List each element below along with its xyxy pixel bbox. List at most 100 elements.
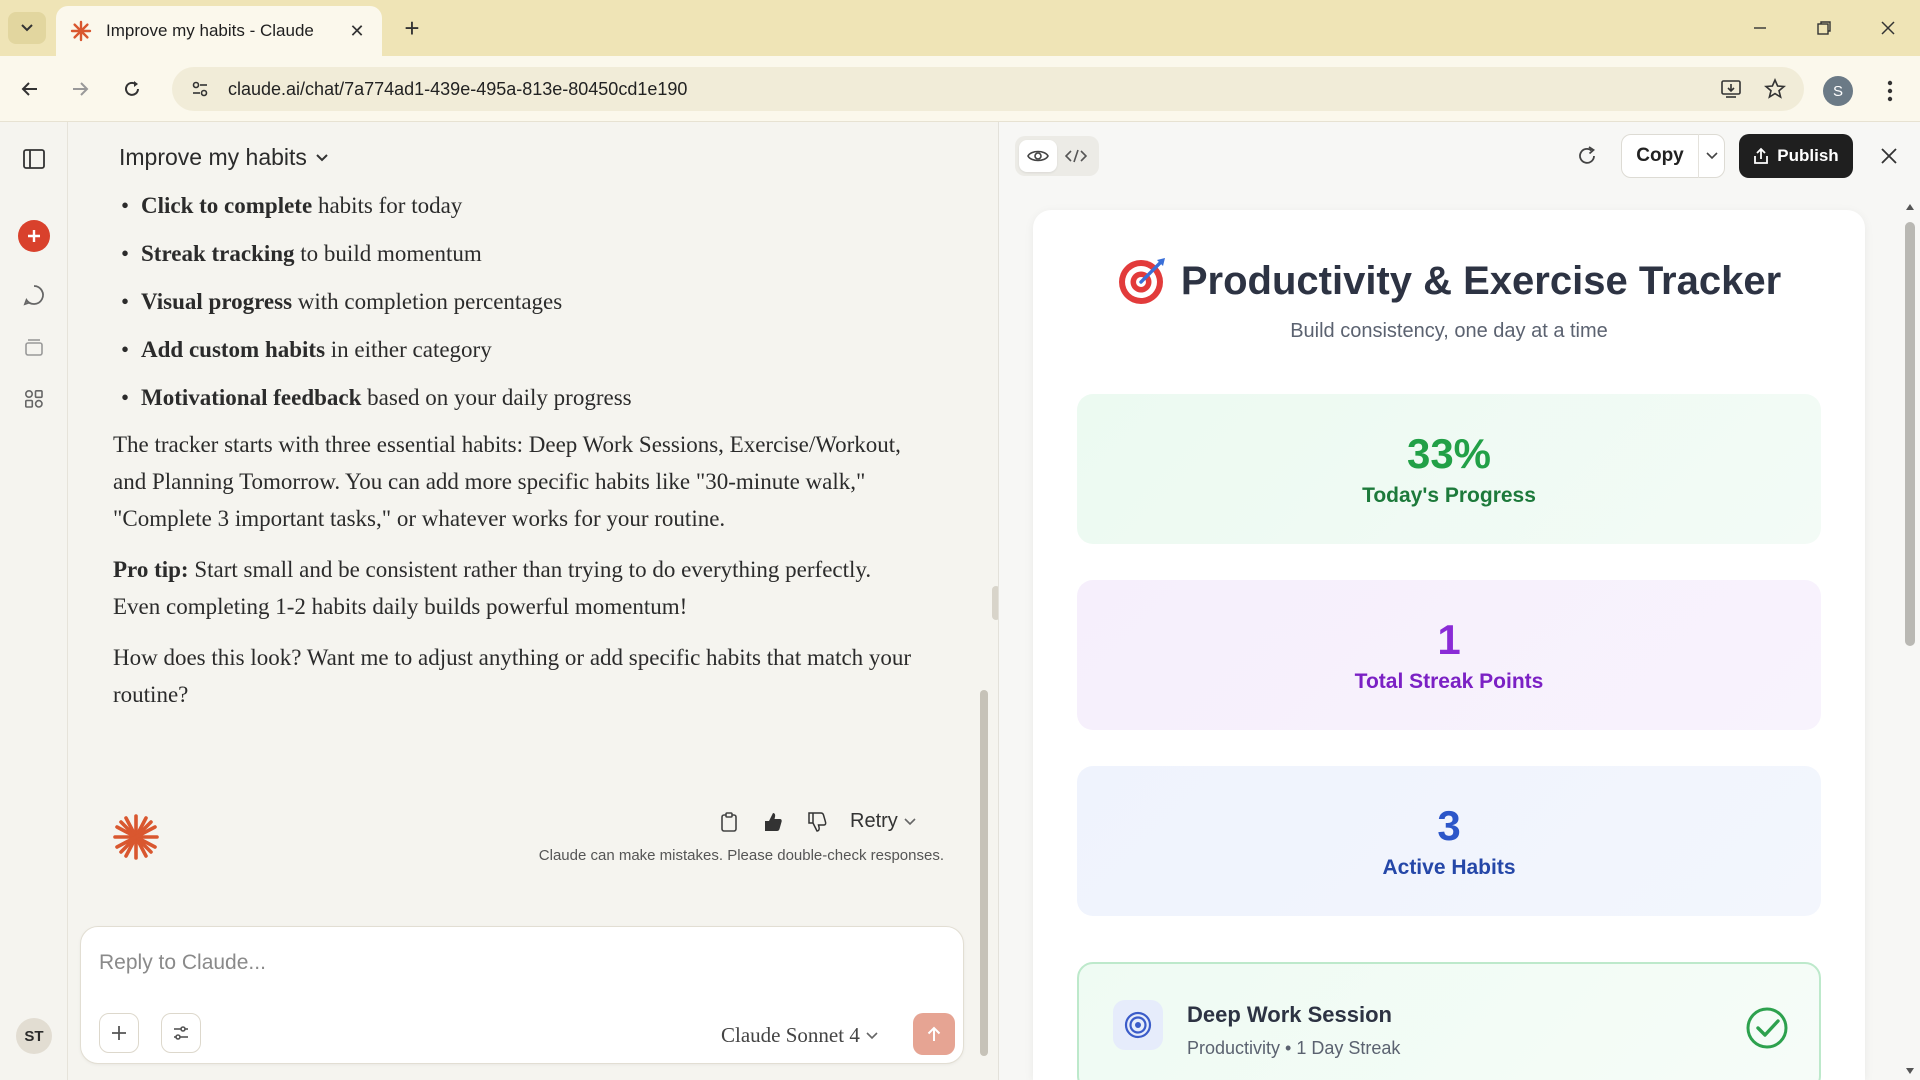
attach-button[interactable] — [99, 1013, 139, 1053]
list-item-bold: Motivational feedback — [141, 385, 362, 410]
close-icon — [1881, 21, 1895, 35]
list-item: Add custom habits in either category — [113, 326, 913, 374]
more-vertical-icon — [1887, 80, 1893, 102]
restore-button[interactable] — [1792, 0, 1856, 56]
reload-button[interactable] — [116, 73, 148, 105]
site-settings-icon[interactable] — [186, 75, 214, 103]
copy-label: Copy — [1636, 145, 1684, 166]
minimize-button[interactable] — [1728, 0, 1792, 56]
chats-button[interactable] — [17, 278, 51, 312]
projects-button[interactable] — [17, 330, 51, 364]
list-item-bold: Click to complete — [141, 193, 313, 218]
chevron-down-icon — [904, 817, 916, 825]
list-item: Motivational feedback based on your dail… — [113, 374, 913, 422]
new-chat-button[interactable] — [18, 220, 50, 252]
url-text: claude.ai/chat/7a774ad1-439e-495a-813e-8… — [228, 78, 688, 99]
copy-button[interactable]: Copy — [1621, 134, 1725, 178]
list-item-text: with completion percentages — [292, 289, 563, 314]
browser-toolbar: claude.ai/chat/7a774ad1-439e-495a-813e-8… — [0, 56, 1920, 122]
refresh-artifact-button[interactable] — [1571, 140, 1603, 172]
eye-icon — [1027, 150, 1049, 162]
composer: Claude Sonnet 4 — [80, 926, 964, 1064]
habit-meta: Productivity • 1 Day Streak — [1187, 1038, 1401, 1058]
pro-tip-text: Start small and be consistent rather tha… — [113, 557, 872, 619]
profile-avatar[interactable]: S — [1823, 76, 1853, 106]
chat-scrollbar[interactable] — [980, 690, 988, 1056]
message-paragraph: The tracker starts with three essential … — [113, 432, 901, 531]
stat-label: Today's Progress — [1362, 484, 1536, 507]
list-item-text: in either category — [325, 337, 492, 362]
chat-title-menu[interactable]: Improve my habits — [119, 144, 329, 171]
list-item-text: to build momentum — [294, 241, 482, 266]
tools-button[interactable] — [161, 1013, 201, 1053]
arrow-left-icon — [21, 82, 37, 96]
stat-card-progress: 33% Today's Progress — [1077, 394, 1821, 544]
browser-menu-button[interactable] — [1876, 74, 1904, 108]
tab-search-button[interactable] — [8, 12, 46, 44]
sidebar-toggle-icon — [23, 149, 45, 169]
publish-button[interactable]: Publish — [1739, 134, 1853, 178]
model-selector[interactable]: Claude Sonnet 4 — [721, 1023, 878, 1048]
feature-list: Click to complete habits for today Strea… — [113, 182, 913, 422]
browser-tab-active[interactable]: Improve my habits - Claude ✕ — [56, 6, 382, 56]
list-item: Click to complete habits for today — [113, 182, 913, 230]
tab-close-icon[interactable]: ✕ — [346, 21, 368, 42]
new-tab-button[interactable]: + — [396, 12, 428, 44]
copy-icon[interactable] — [718, 811, 740, 833]
thumbs-up-icon[interactable] — [762, 811, 784, 833]
address-bar[interactable]: claude.ai/chat/7a774ad1-439e-495a-813e-8… — [172, 67, 1804, 111]
refresh-icon — [1579, 146, 1595, 164]
bullseye-icon — [1118, 258, 1165, 304]
list-item-bold: Visual progress — [141, 289, 293, 314]
send-button[interactable] — [913, 1013, 955, 1055]
forward-button[interactable] — [64, 73, 96, 105]
window-controls — [1728, 0, 1920, 56]
close-artifact-button[interactable] — [1873, 140, 1905, 172]
habit-card[interactable]: Deep Work Session Productivity • 1 Day S… — [1077, 962, 1821, 1080]
stat-value: 33% — [1406, 430, 1492, 477]
user-avatar[interactable]: ST — [16, 1018, 52, 1054]
stat-value: 3 — [1437, 802, 1461, 849]
artifact-preview: Productivity & Exercise Tracker Build co… — [1033, 210, 1865, 1080]
chevron-down-icon — [21, 24, 33, 32]
chat-bubble-icon — [23, 285, 44, 306]
check-circle-icon[interactable] — [1745, 1006, 1789, 1050]
address-bar-actions — [1720, 67, 1786, 111]
pro-tip-label: Pro tip: — [113, 557, 189, 582]
tab-title: Improve my habits - Claude — [106, 21, 314, 40]
bookmark-star-icon[interactable] — [1764, 78, 1786, 100]
back-button[interactable] — [14, 73, 46, 105]
chat-panel: Improve my habits Click to complete habi… — [68, 122, 998, 1080]
chevron-down-icon — [1705, 152, 1718, 160]
thumbs-down-icon[interactable] — [806, 811, 828, 833]
arrow-up-icon — [927, 1026, 941, 1041]
tracker-title: Productivity & Exercise Tracker — [1180, 258, 1782, 303]
stat-value: 1 — [1437, 616, 1461, 663]
browser-tab-bar: Improve my habits - Claude ✕ + — [0, 0, 1920, 56]
reply-input[interactable] — [99, 951, 799, 975]
retry-label: Retry — [850, 810, 898, 832]
chevron-down-icon — [316, 153, 328, 161]
chat-title: Improve my habits — [119, 144, 307, 170]
list-item-bold: Streak tracking — [141, 241, 295, 266]
preview-tab[interactable] — [1019, 140, 1057, 172]
install-app-icon[interactable] — [1720, 78, 1742, 100]
minimize-icon — [1754, 27, 1766, 29]
claude-logo-icon — [113, 814, 159, 860]
close-icon — [1881, 148, 1897, 164]
habit-name: Deep Work Session — [1187, 1002, 1392, 1027]
retry-button[interactable]: Retry — [850, 810, 916, 833]
sliders-icon — [174, 1026, 188, 1040]
copy-options-button[interactable] — [1698, 134, 1724, 178]
close-window-button[interactable] — [1856, 0, 1920, 56]
reload-icon — [125, 81, 139, 96]
artifacts-button[interactable] — [17, 382, 51, 416]
plus-icon — [112, 1026, 126, 1040]
code-tab[interactable] — [1057, 140, 1095, 172]
artifact-scrollbar-thumb[interactable] — [1905, 222, 1915, 646]
message-actions: Retry — [718, 810, 916, 833]
code-icon — [1065, 149, 1087, 163]
assistant-message: Click to complete habits for today Strea… — [113, 182, 913, 713]
projects-stack-icon — [25, 339, 43, 356]
toggle-sidebar-button[interactable] — [17, 142, 51, 176]
